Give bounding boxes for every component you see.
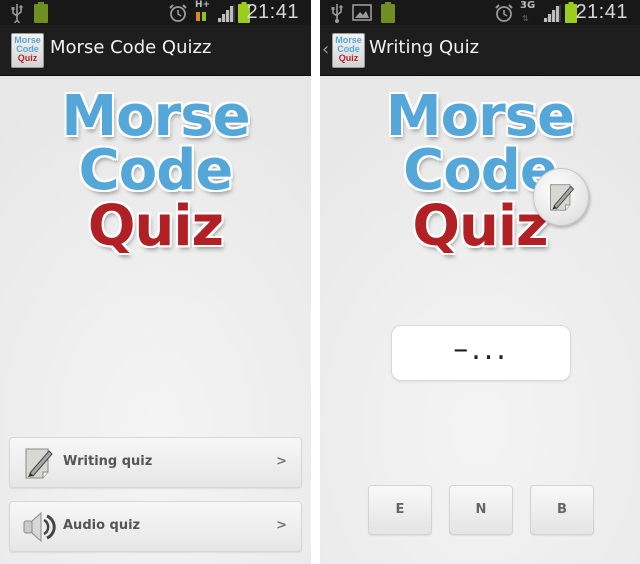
writing-quiz-label: Writing quiz: [63, 454, 153, 469]
logo-word-quiz: Quiz: [412, 194, 548, 259]
usb-icon: [11, 4, 23, 23]
speaker-icon: [23, 511, 56, 543]
action-bar: Morse Code Quiz Morse Code Quizz: [0, 25, 311, 76]
3g-data-icon: 3G ⇅: [520, 0, 536, 23]
battery-full-icon: [34, 2, 48, 23]
logo-word-quiz: Quiz: [87, 194, 224, 259]
answer-button-e[interactable]: E: [368, 485, 432, 535]
signal-icon: [543, 4, 561, 22]
action-bar: ‹ Morse Code Quiz Writing Quiz: [320, 25, 640, 76]
alarm-icon: [169, 4, 187, 22]
image-icon: [352, 4, 372, 21]
main-content: Morse Code Quiz Writing quiz > Audio qui…: [0, 76, 311, 564]
audio-quiz-label: Audio quiz: [63, 518, 141, 533]
back-icon[interactable]: ‹: [322, 39, 329, 60]
writing-quiz-screen: 3G ⇅ 21:41 ‹ Morse Code Quiz Writing Qui…: [320, 0, 640, 564]
pencil-paper-icon: [25, 448, 53, 479]
answer-button-n[interactable]: N: [449, 485, 513, 535]
logo-word-code: Code: [78, 138, 234, 203]
hspa-data-icon: H+: [195, 0, 211, 22]
writing-quiz-button[interactable]: Writing quiz >: [9, 437, 302, 488]
status-bar: H+ 21:41: [0, 0, 311, 25]
writing-quiz-badge: [533, 168, 589, 226]
alarm-icon: [495, 4, 513, 22]
quiz-content: Morse Code Quiz –... E N B: [320, 76, 640, 564]
status-bar: 3G ⇅ 21:41: [320, 0, 640, 25]
app-logo-icon[interactable]: Morse Code Quiz: [11, 33, 44, 68]
morse-code-display: –...: [391, 325, 571, 381]
pencil-paper-icon: [550, 184, 575, 211]
clock: 21:41: [575, 1, 628, 23]
morse-code-text: –...: [453, 332, 509, 367]
chevron-right-icon: >: [276, 518, 287, 533]
answer-button-b[interactable]: B: [530, 485, 594, 535]
page-title: Writing Quiz: [369, 37, 480, 58]
signal-icon: [217, 4, 235, 22]
clock: 21:41: [246, 1, 299, 23]
main-menu-screen: H+ 21:41 Morse Code Quiz Morse Code Quiz…: [0, 0, 311, 564]
audio-quiz-button[interactable]: Audio quiz >: [9, 501, 302, 552]
app-logo-icon[interactable]: Morse Code Quiz: [332, 33, 365, 68]
app-logo: Morse Code Quiz: [0, 88, 311, 256]
battery-full-icon: [381, 2, 395, 23]
usb-icon: [331, 4, 343, 23]
network-type-label: 3G: [520, 0, 536, 11]
network-type-label: H+: [195, 0, 211, 10]
logo-word-code: Code: [403, 138, 558, 203]
app-logo: Morse Code Quiz: [320, 88, 640, 256]
chevron-right-icon: >: [276, 454, 287, 469]
page-title: Morse Code Quizz: [50, 37, 212, 58]
